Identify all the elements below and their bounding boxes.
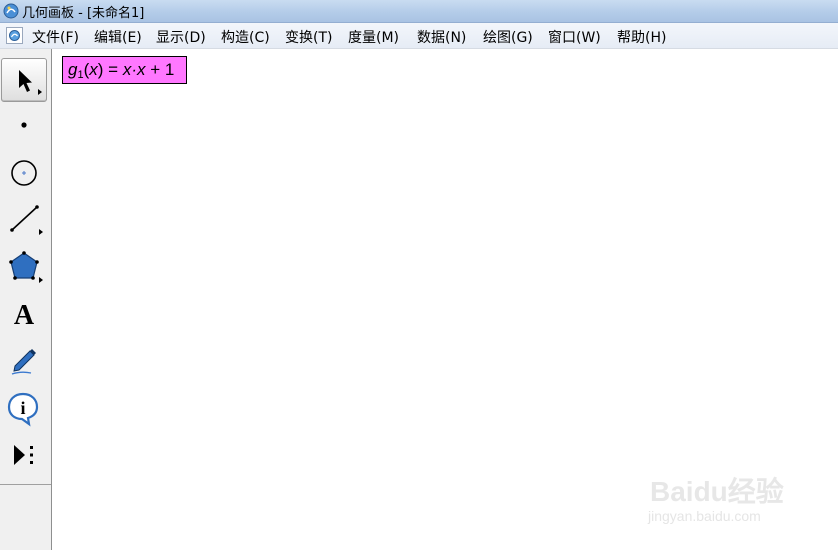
function-label[interactable]: g1(x) = x·x + 1 [62, 56, 187, 84]
menu-display[interactable]: 显示(D) [156, 27, 206, 47]
menu-edit[interactable]: 编辑(E) [94, 27, 142, 47]
pen-icon [11, 349, 36, 375]
arrow-select-tool[interactable] [1, 58, 47, 102]
function-variable: x [89, 60, 98, 79]
menu-data[interactable]: 数据(N) [417, 27, 466, 47]
circle-icon [11, 160, 37, 186]
point-icon [21, 122, 27, 128]
title-bar: 几何画板 - [未命名1] [0, 0, 838, 23]
app-icon [3, 3, 19, 19]
submenu-arrow-icon [39, 229, 43, 235]
sketch-canvas[interactable]: g1(x) = x·x + 1 Baidu经验 jingyan.baidu.co… [53, 49, 838, 550]
window-title: 几何画板 - [未命名1] [22, 6, 145, 21]
text-tool[interactable]: A [1, 292, 47, 336]
play-dots-icon [14, 445, 33, 465]
menu-help[interactable]: 帮助(H) [617, 27, 666, 47]
info-icon: i [7, 392, 39, 427]
document-icon[interactable] [6, 27, 23, 44]
watermark-url: jingyan.baidu.com [648, 508, 761, 524]
information-tool[interactable]: i [1, 386, 47, 430]
menu-graph[interactable]: 绘图(G) [483, 27, 533, 47]
toolbox-divider [0, 484, 51, 485]
menu-window[interactable]: 窗口(W) [548, 27, 601, 47]
info-tool-glyph: i [20, 398, 25, 418]
menu-measure[interactable]: 度量(M) [348, 27, 399, 47]
polygon-tool[interactable] [1, 245, 47, 289]
letter-a-icon: A [14, 300, 35, 331]
menu-construct[interactable]: 构造(C) [221, 27, 270, 47]
straightedge-tool[interactable] [1, 197, 47, 241]
watermark: Baidu经验 jingyan.baidu.com [648, 460, 798, 528]
menu-bar: 文件(F) 编辑(E) 显示(D) 构造(C) 变换(T) 度量(M) 数据(N… [0, 23, 838, 49]
function-constant: + 1 [145, 60, 175, 79]
function-expression: x·x [122, 60, 146, 79]
function-subscript: 1 [77, 69, 84, 81]
custom-tool[interactable] [1, 434, 47, 478]
compass-tool[interactable] [1, 151, 47, 195]
watermark-brand: Baidu经验 [650, 476, 784, 507]
submenu-arrow-icon [39, 277, 43, 283]
menu-transform[interactable]: 变换(T) [285, 27, 332, 47]
arrow-pointer-icon [19, 70, 32, 92]
menu-file[interactable]: 文件(F) [32, 27, 79, 47]
point-tool[interactable] [1, 103, 47, 147]
submenu-arrow-icon [38, 89, 42, 95]
toolbox: A i [0, 49, 52, 550]
function-equals: ) = [97, 60, 123, 79]
marker-tool[interactable] [1, 339, 47, 383]
text-tool-glyph: A [14, 300, 35, 331]
